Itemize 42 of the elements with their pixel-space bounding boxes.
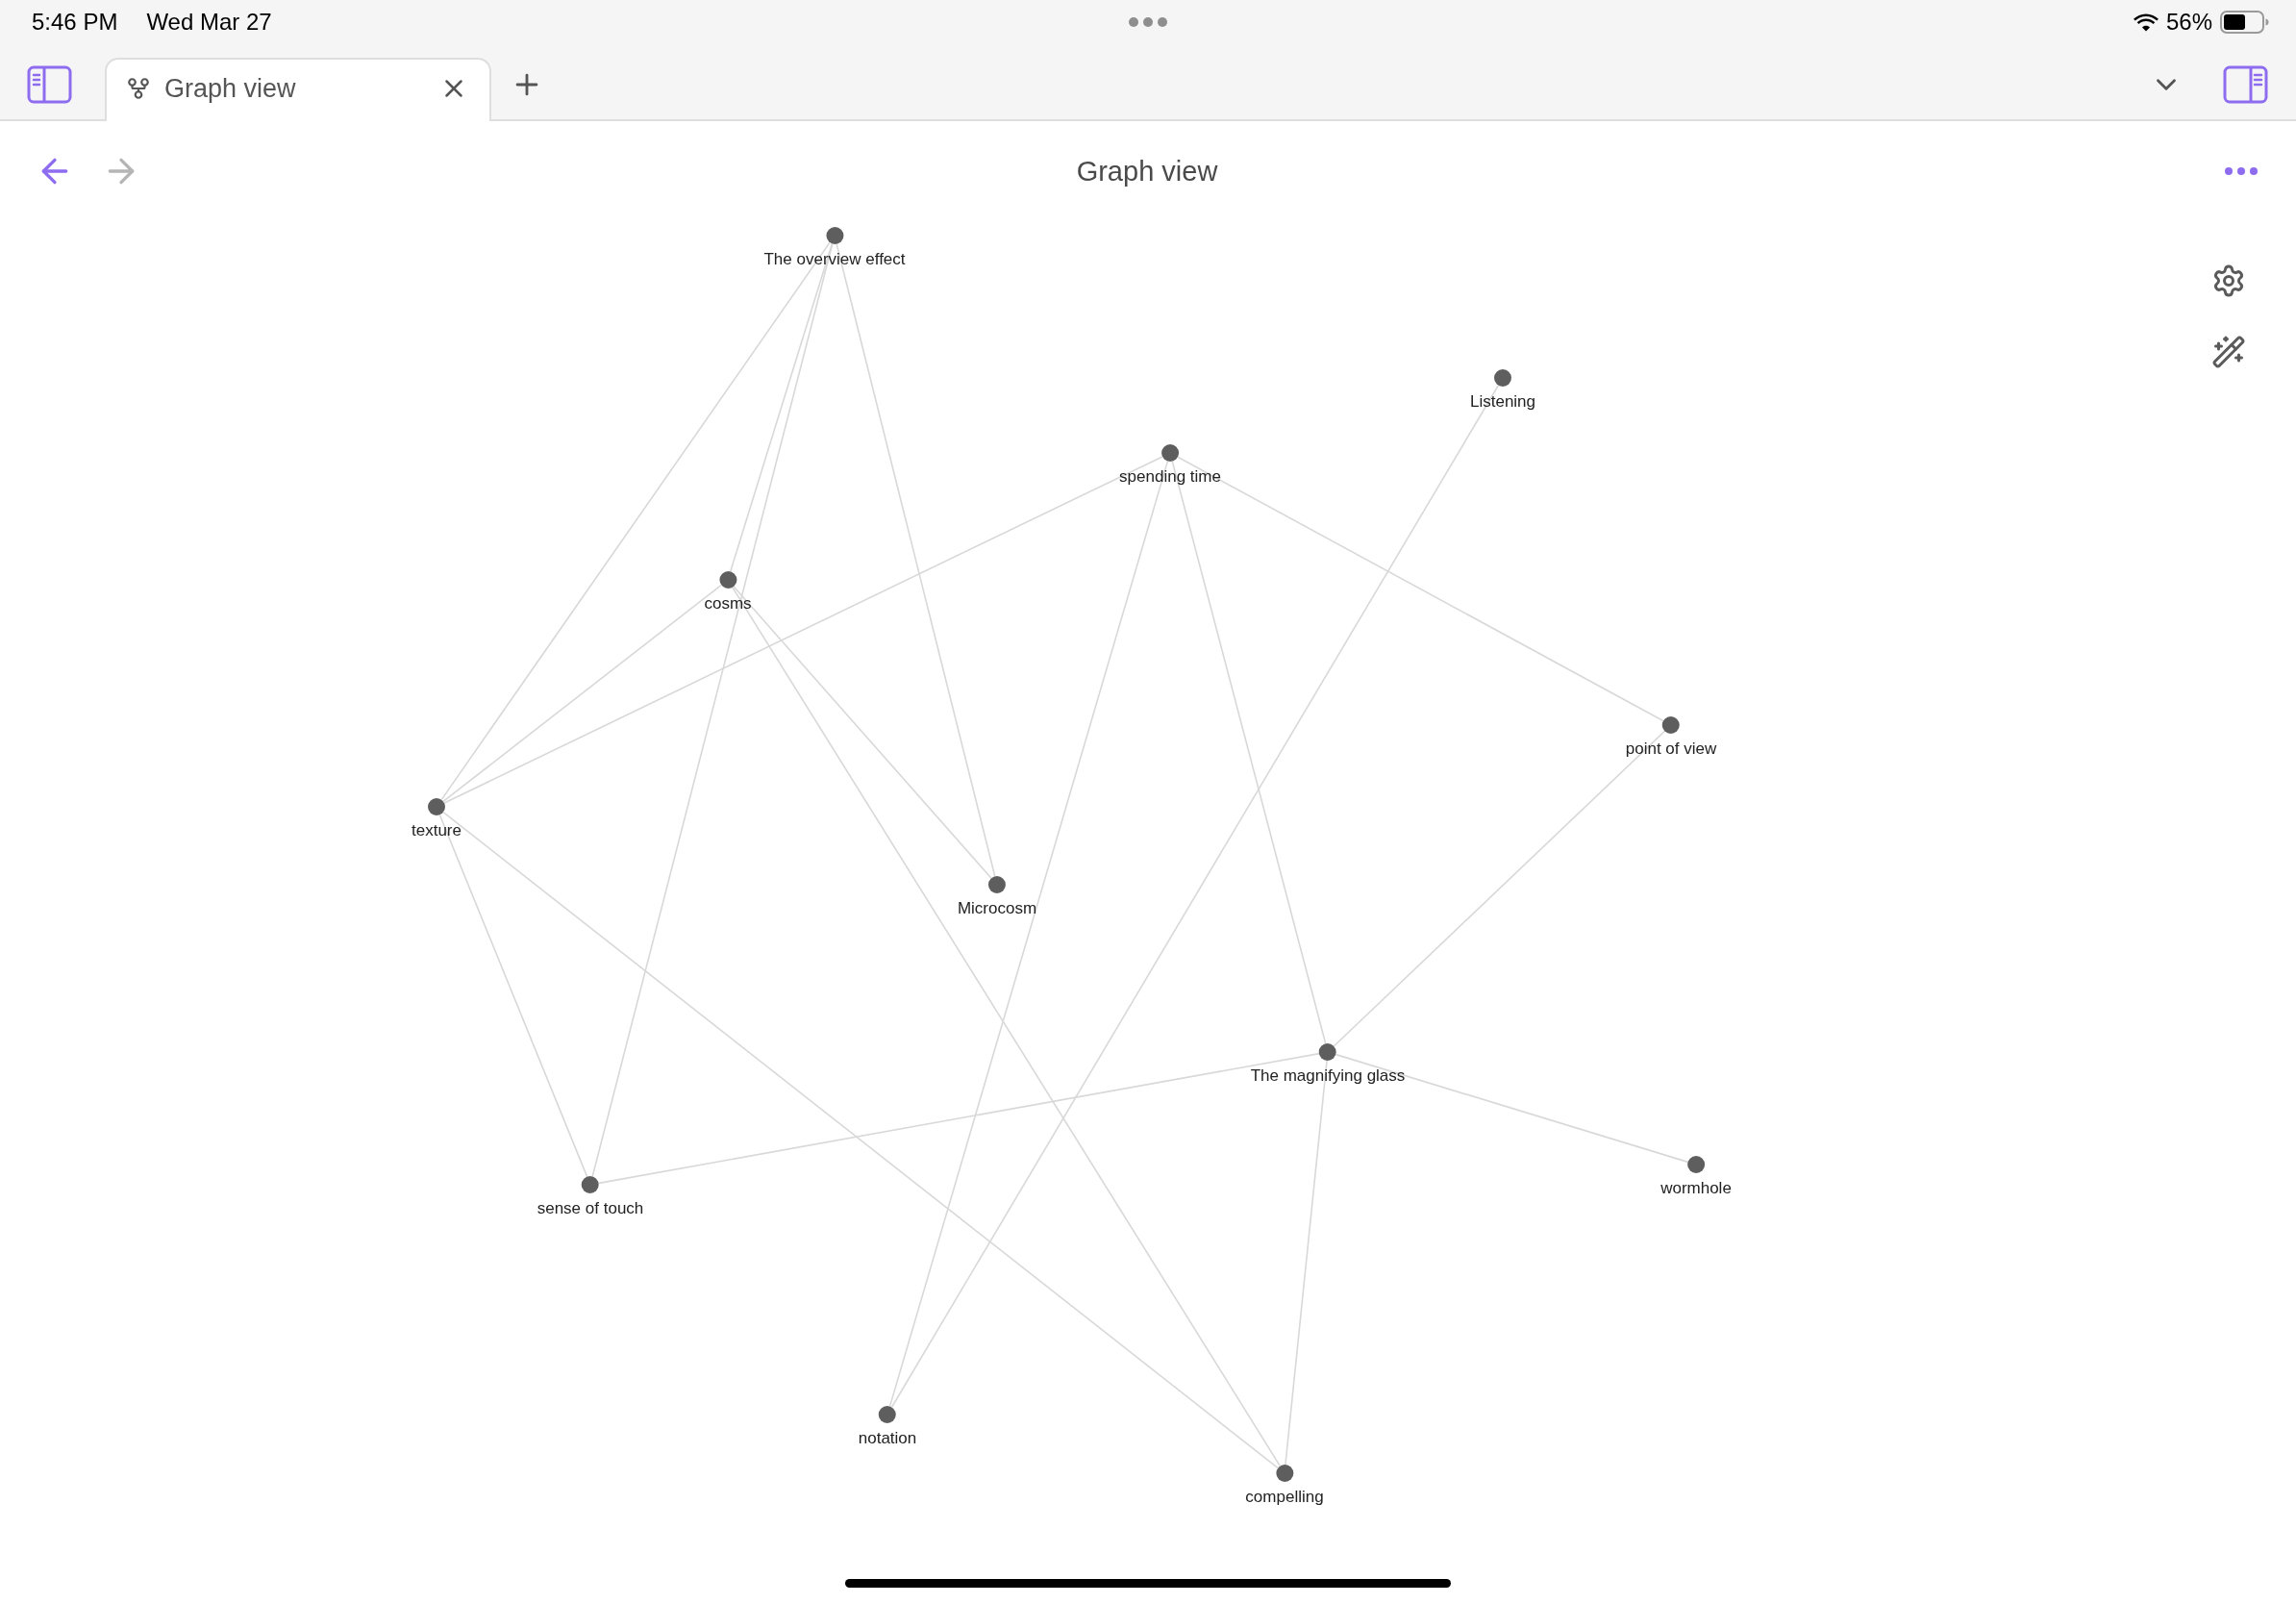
node-label: spending time	[1119, 467, 1221, 487]
node-label: cosms	[704, 594, 752, 614]
magic-wand-icon	[2211, 335, 2246, 369]
more-dots-icon	[2224, 166, 2259, 176]
gear-icon	[2211, 263, 2246, 298]
node-label: texture	[412, 821, 462, 840]
graph-node[interactable]	[1662, 716, 1680, 734]
graph-node[interactable]	[1276, 1465, 1293, 1482]
view-title: Graph view	[1076, 155, 1218, 188]
tab-label: Graph view	[164, 73, 297, 104]
graph-node[interactable]	[1161, 444, 1179, 462]
graph-node[interactable]	[879, 1406, 896, 1423]
status-time: 5:46 PM	[32, 9, 118, 36]
node-label: wormhole	[1660, 1179, 1732, 1198]
graph-node[interactable]	[826, 227, 843, 244]
wifi-icon	[2133, 13, 2159, 32]
graph-node[interactable]	[1687, 1156, 1705, 1173]
right-sidebar-button[interactable]	[2223, 65, 2268, 104]
node-label: Microcosm	[957, 899, 1037, 918]
battery-icon	[2220, 11, 2269, 34]
graph-node[interactable]	[988, 876, 1006, 893]
node-label: The overview effect	[763, 250, 906, 269]
tab[interactable]: Graph view	[105, 58, 491, 121]
graph-icon	[126, 76, 151, 101]
graph-node[interactable]	[1319, 1043, 1336, 1061]
battery-percent: 56%	[2165, 9, 2212, 36]
node-label: Listening	[1469, 392, 1536, 412]
graph-node[interactable]	[582, 1176, 599, 1193]
node-label: sense of touch	[537, 1199, 644, 1218]
left-sidebar-icon	[27, 65, 72, 104]
node-label: The magnifying glass	[1250, 1066, 1406, 1086]
more-options-button[interactable]	[2224, 166, 2259, 176]
right-sidebar-icon	[2223, 65, 2268, 104]
node-label: compelling	[1245, 1488, 1324, 1507]
node-label: notation	[858, 1429, 917, 1448]
graph-node[interactable]	[1494, 369, 1511, 387]
multitask-dots-icon[interactable]	[1128, 16, 1168, 28]
graph-node[interactable]	[428, 798, 445, 815]
left-sidebar-button[interactable]	[27, 65, 72, 104]
graph-node[interactable]	[719, 571, 736, 589]
status-date: Wed Mar 27	[146, 9, 272, 36]
node-label: point of view	[1625, 739, 1717, 759]
